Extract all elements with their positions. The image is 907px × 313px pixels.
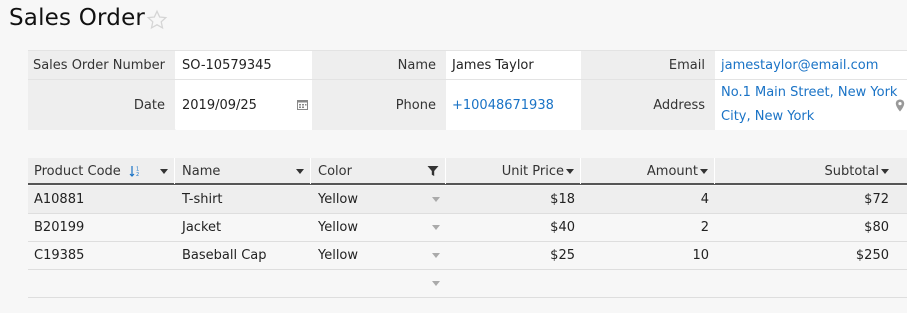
cell-color[interactable]: Yellow	[312, 214, 446, 241]
cell-value: Yellow	[318, 248, 359, 263]
location-pin-icon[interactable]	[895, 99, 905, 112]
cell-subtotal[interactable]: $72	[716, 186, 907, 213]
cell-color[interactable]: Yellow	[312, 242, 446, 269]
column-header-product-code[interactable]: Product Code 1 2	[28, 158, 175, 184]
cell-name[interactable]: T-shirt	[176, 186, 311, 213]
cell-value: $72	[864, 192, 889, 207]
cell-value: $25	[550, 248, 575, 263]
cell-subtotal[interactable]	[716, 270, 907, 297]
cell-value: B20199	[34, 220, 85, 235]
address-line-1: No.1 Main Street, New York	[721, 85, 898, 100]
cell-subtotal[interactable]: $250	[716, 242, 907, 269]
date-label: Date	[28, 80, 175, 130]
cell-subtotal[interactable]: $80	[716, 214, 907, 241]
address-field[interactable]: No.1 Main Street, New York City, New Yor…	[715, 80, 907, 130]
dropdown-icon[interactable]	[566, 168, 574, 174]
svg-text:2: 2	[136, 172, 139, 177]
cell-value: A10881	[34, 192, 85, 207]
cell-product-code[interactable]: B20199	[28, 214, 175, 241]
table-row[interactable]: B20199 Jacket Yellow $40 2 $80	[28, 214, 907, 242]
dropdown-icon[interactable]	[700, 168, 708, 174]
cell-unit-price[interactable]	[447, 270, 581, 297]
grid-header: Product Code 1 2 Name Color Unit Price A…	[28, 158, 907, 185]
column-header-subtotal[interactable]: Subtotal	[716, 158, 907, 184]
email-field[interactable]: jamestaylor@email.com	[715, 51, 907, 79]
dropdown-icon[interactable]	[160, 169, 168, 174]
column-header-amount[interactable]: Amount	[581, 158, 715, 184]
email-label: Email	[581, 51, 715, 79]
cell-name[interactable]: Baseball Cap	[176, 242, 311, 269]
cell-value: Jacket	[182, 220, 222, 235]
dropdown-icon[interactable]	[881, 168, 889, 174]
filter-icon[interactable]	[427, 165, 439, 177]
star-icon[interactable]	[146, 9, 168, 31]
table-row[interactable]: A10881 T-shirt Yellow $18 4 $72	[28, 186, 907, 214]
phone-label: Phone	[312, 80, 446, 130]
column-header-unit-price[interactable]: Unit Price	[447, 158, 581, 184]
cell-value: C19385	[34, 248, 85, 263]
cell-value: 10	[692, 248, 709, 263]
cell-unit-price[interactable]: $25	[447, 242, 581, 269]
order-header-form: Sales Order Number SO-10579345 Name Jame…	[28, 50, 907, 130]
column-label: Product Code	[34, 163, 121, 179]
cell-value: Yellow	[318, 192, 359, 207]
page-title: Sales Order	[9, 5, 146, 31]
cell-value: Yellow	[318, 220, 359, 235]
cell-amount[interactable]: 4	[581, 186, 715, 213]
cell-unit-price[interactable]: $18	[447, 186, 581, 213]
cell-value: $18	[550, 192, 575, 207]
cell-amount[interactable]	[581, 270, 715, 297]
dropdown-icon[interactable]	[432, 281, 440, 286]
new-row-placeholder[interactable]	[28, 270, 907, 298]
dropdown-icon[interactable]	[432, 197, 440, 202]
address-label: Address	[581, 80, 715, 130]
order-number-label: Sales Order Number	[28, 51, 175, 79]
cell-color[interactable]: Yellow	[312, 186, 446, 213]
date-field[interactable]: 2019/09/25	[176, 80, 312, 130]
cell-value: $250	[855, 248, 889, 263]
order-number-field[interactable]: SO-10579345	[176, 51, 312, 79]
cell-color[interactable]	[312, 270, 446, 297]
column-header-color[interactable]: Color	[312, 158, 446, 184]
cell-value: Baseball Cap	[182, 248, 267, 263]
cell-amount[interactable]: 2	[581, 214, 715, 241]
column-label: Color	[318, 163, 352, 179]
cell-name[interactable]	[176, 270, 311, 297]
column-label: Name	[182, 163, 221, 179]
cell-value: 4	[700, 192, 709, 207]
calendar-icon[interactable]	[297, 99, 308, 110]
table-row[interactable]: C19385 Baseball Cap Yellow $25 10 $250	[28, 242, 907, 270]
column-label: Amount	[646, 163, 698, 179]
address-line-2: City, New York	[721, 109, 815, 124]
column-header-name[interactable]: Name	[176, 158, 311, 184]
phone-field[interactable]: +10048671938	[446, 80, 581, 130]
cell-value: 2	[700, 220, 709, 235]
name-label: Name	[312, 51, 446, 79]
date-value: 2019/09/25	[182, 97, 257, 113]
cell-product-code[interactable]	[28, 270, 175, 297]
cell-value: T-shirt	[182, 192, 223, 207]
name-field[interactable]: James Taylor	[446, 51, 581, 79]
column-label: Unit Price	[501, 163, 564, 179]
sort-icon[interactable]: 1 2	[129, 165, 142, 177]
cell-unit-price[interactable]: $40	[447, 214, 581, 241]
column-label: Subtotal	[824, 163, 879, 179]
cell-product-code[interactable]: C19385	[28, 242, 175, 269]
cell-name[interactable]: Jacket	[176, 214, 311, 241]
dropdown-icon[interactable]	[296, 169, 304, 174]
dropdown-icon[interactable]	[432, 225, 440, 230]
cell-value: $40	[550, 220, 575, 235]
cell-amount[interactable]: 10	[581, 242, 715, 269]
dropdown-icon[interactable]	[432, 253, 440, 258]
cell-product-code[interactable]: A10881	[28, 186, 175, 213]
cell-value: $80	[864, 220, 889, 235]
